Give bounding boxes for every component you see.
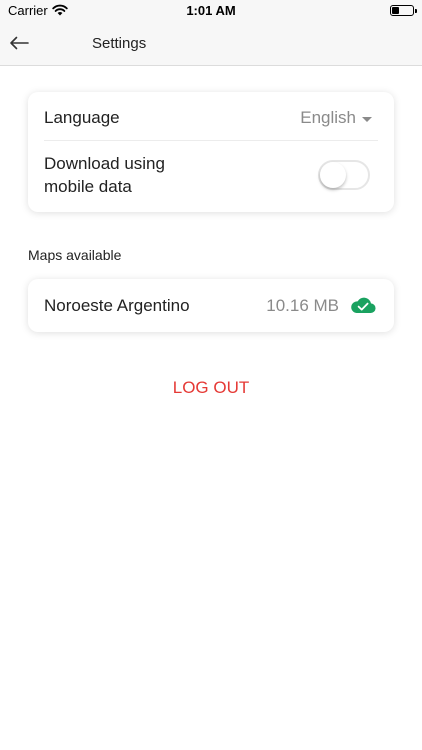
toggle-knob — [320, 162, 346, 188]
clock-time: 1:01 AM — [186, 3, 236, 18]
dropdown-caret-icon — [362, 116, 372, 122]
map-list-item[interactable]: Noroeste Argentino 10.16 MB — [28, 279, 394, 332]
arrow-left-icon — [10, 36, 29, 50]
mobile-data-toggle[interactable] — [318, 160, 370, 190]
settings-card: Language English Download using mobile d… — [28, 92, 394, 212]
status-bar: Carrier 1:01 AM — [0, 0, 422, 22]
page-title: Settings — [92, 35, 147, 52]
back-button[interactable] — [6, 30, 32, 56]
language-select[interactable]: English — [300, 108, 372, 128]
navigation-bar: Settings — [0, 22, 422, 66]
maps-section-title: Maps available — [28, 247, 122, 263]
cloud-check-icon — [351, 297, 376, 314]
row-divider — [44, 140, 378, 141]
language-label: Language — [44, 108, 120, 127]
map-name: Noroeste Argentino — [44, 296, 190, 315]
download-mobile-data-label: Download using mobile data — [44, 154, 165, 196]
download-row: Download using mobile data — [28, 142, 394, 212]
language-row: Language English — [28, 92, 394, 142]
battery-icon — [390, 5, 417, 16]
language-value: English — [300, 108, 356, 127]
map-size: 10.16 MB — [266, 296, 339, 315]
logout-button[interactable]: LOG OUT — [0, 378, 422, 398]
